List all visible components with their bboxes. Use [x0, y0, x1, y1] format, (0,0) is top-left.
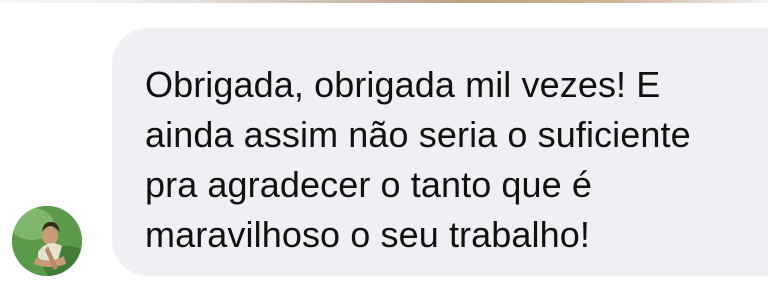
sender-avatar[interactable]: [12, 206, 82, 276]
profile-photo-icon: [12, 206, 82, 276]
chat-window: Obrigada, obrigada mil vezes! E ainda as…: [0, 0, 768, 287]
message-bubble[interactable]: Obrigada, obrigada mil vezes! E ainda as…: [112, 28, 768, 276]
message-text: Obrigada, obrigada mil vezes! E ainda as…: [145, 64, 691, 255]
previous-content-edge: [0, 0, 768, 3]
